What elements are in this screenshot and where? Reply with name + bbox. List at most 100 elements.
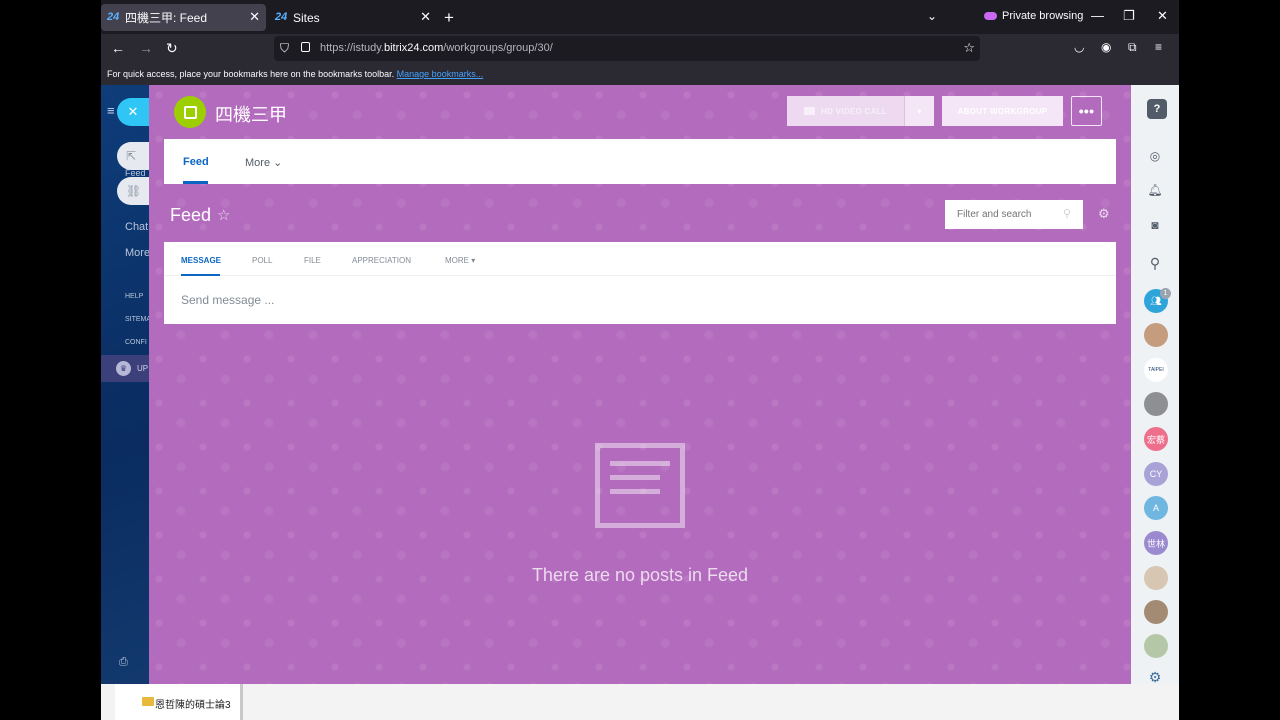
- private-label: Private browsing: [1002, 10, 1084, 22]
- account-icon[interactable]: ◉: [1101, 40, 1111, 54]
- upgrade-button[interactable]: ♛ UP: [101, 355, 149, 382]
- chat-icon[interactable]: ◙: [1146, 216, 1164, 234]
- tab-poll[interactable]: POLL: [252, 256, 272, 265]
- video-call-dropdown-button[interactable]: ▾: [904, 96, 934, 126]
- more-options-button[interactable]: •••: [1071, 96, 1102, 126]
- page-content: ≡ ✕ ⇱ Feed ⛓ Chat More HELP SITEMA CONFI…: [101, 85, 1179, 684]
- close-menu-button[interactable]: ✕: [117, 98, 149, 126]
- menu-icon[interactable]: ≡: [1155, 40, 1162, 54]
- close-icon[interactable]: ✕: [420, 9, 431, 25]
- active-tab-underline: [181, 274, 220, 276]
- minimize-icon[interactable]: —: [1091, 8, 1104, 23]
- taskbar: 恩哲陳的碩士論3: [101, 684, 1179, 720]
- close-icon[interactable]: ✕: [249, 9, 260, 25]
- chevron-down-icon: ⌄: [273, 157, 283, 169]
- bookmarks-toolbar: For quick access, place your bookmarks h…: [101, 63, 1179, 85]
- address-bar[interactable]: ⛉ https://istudy.bitrix24.com/workgroups…: [274, 36, 980, 61]
- back-arrow-icon[interactable]: ←: [111, 40, 125, 56]
- right-sidebar: ? ◎ 🔔︎ ◙ ⚲ 👥︎ 1 TAIPEI 宏蔡 CY A 世林 ⚙: [1131, 85, 1179, 684]
- workgroup-area: 四機三甲 HD VIDEO CALL ▾ ABOUT WORKGROUP •••…: [149, 85, 1131, 684]
- menu-item-more[interactable]: More: [125, 247, 150, 259]
- forward-arrow-icon[interactable]: →: [139, 40, 153, 56]
- menu-item-sitemap[interactable]: SITEMA: [125, 316, 151, 323]
- window-close-icon[interactable]: ✕: [1157, 8, 1168, 24]
- empty-feed-message: There are no posts in Feed: [531, 565, 749, 585]
- lock-icon[interactable]: [301, 42, 310, 52]
- tab-title: Sites: [293, 10, 320, 25]
- menu-item-chat[interactable]: Chat: [125, 221, 148, 233]
- bookmark-star-icon[interactable]: ☆: [963, 40, 975, 56]
- avatar[interactable]: [1144, 392, 1168, 416]
- bitrix-favicon-icon: 24: [107, 10, 120, 23]
- tab-file[interactable]: FILE: [304, 256, 321, 265]
- reload-icon[interactable]: ↻: [166, 40, 178, 57]
- taskbar-item[interactable]: 恩哲陳的碩士論3: [115, 684, 243, 720]
- page-title: Feed: [170, 205, 212, 225]
- avatar[interactable]: [1144, 323, 1168, 347]
- extensions-icon[interactable]: ⧉: [1128, 40, 1137, 55]
- about-workgroup-button[interactable]: ABOUT WORKGROUP: [942, 96, 1063, 126]
- tab-more[interactable]: MORE ▾: [445, 256, 475, 265]
- hamburger-icon[interactable]: ≡: [107, 103, 115, 118]
- caret-down-icon: ▾: [471, 256, 476, 265]
- settings-gear-icon[interactable]: ⚙: [1146, 668, 1164, 685]
- help-icon[interactable]: ?: [1147, 99, 1167, 119]
- bell-icon[interactable]: 🔔︎: [1146, 181, 1164, 199]
- tab-feed[interactable]: 24 四機三甲: Feed ✕: [101, 4, 266, 31]
- notification-badge: 1: [1160, 288, 1171, 299]
- avatar[interactable]: A: [1144, 496, 1168, 520]
- hd-video-call-button[interactable]: HD VIDEO CALL: [787, 96, 904, 126]
- menu-item-configure[interactable]: CONFI: [125, 339, 147, 346]
- post-composer: MESSAGE POLL FILE APPRECIATION MORE ▾ Se…: [164, 242, 1116, 324]
- subnav-feed[interactable]: Feed: [183, 156, 209, 168]
- avatar[interactable]: [1144, 600, 1168, 624]
- caret-down-icon: ▾: [917, 106, 922, 116]
- chevron-down-icon[interactable]: ⌄: [927, 9, 937, 23]
- close-icon: ✕: [127, 104, 139, 119]
- tab-bar: 24 四機三甲: Feed ✕ 24 Sites ✕ + ⌄ Private b…: [101, 0, 1179, 34]
- avatar[interactable]: CY: [1144, 462, 1168, 486]
- tab-appreciation[interactable]: APPRECIATION: [352, 256, 411, 265]
- target-icon[interactable]: ◎: [1146, 147, 1164, 165]
- bookmark-hint: For quick access, place your bookmarks h…: [107, 69, 395, 79]
- tab-message[interactable]: MESSAGE: [181, 256, 221, 265]
- external-link-icon[interactable]: ⇱: [117, 142, 149, 170]
- camera-icon: [803, 107, 815, 115]
- active-tab-underline: [183, 181, 208, 184]
- maximize-icon[interactable]: ❐: [1123, 8, 1135, 24]
- new-tab-icon[interactable]: +: [444, 8, 454, 28]
- avatar[interactable]: [1144, 634, 1168, 658]
- avatar[interactable]: [1144, 566, 1168, 590]
- shield-icon[interactable]: ⛉: [280, 41, 289, 56]
- subnav-more[interactable]: More ⌄: [245, 156, 282, 169]
- avatar[interactable]: TAIPEI: [1144, 358, 1168, 382]
- crown-icon: ♛: [116, 361, 131, 376]
- search-icon[interactable]: ⚲: [1146, 254, 1164, 272]
- manage-bookmarks-link[interactable]: Manage bookmarks...: [397, 69, 484, 79]
- document-icon: [595, 443, 685, 528]
- avatar[interactable]: 世林: [1144, 531, 1168, 555]
- filter-search-input[interactable]: [945, 200, 1055, 229]
- search-icon[interactable]: ⚲: [1063, 207, 1071, 220]
- folder-icon: [142, 697, 154, 706]
- workgroup-title: 四機三甲: [215, 105, 287, 125]
- browser-window: 24 四機三甲: Feed ✕ 24 Sites ✕ + ⌄ Private b…: [101, 0, 1179, 720]
- gear-icon[interactable]: ⚙: [1098, 206, 1110, 222]
- print-icon[interactable]: ⎙: [119, 656, 128, 669]
- workgroup-subnav: Feed More ⌄: [164, 139, 1116, 184]
- favorite-star-icon[interactable]: ☆: [217, 206, 230, 224]
- composer-tabs: MESSAGE POLL FILE APPRECIATION MORE ▾: [164, 242, 1116, 276]
- link-icon[interactable]: ⛓: [117, 177, 149, 205]
- avatar[interactable]: 宏蔡: [1144, 427, 1168, 451]
- pocket-icon[interactable]: ◡: [1074, 40, 1084, 54]
- menu-item-help[interactable]: HELP: [125, 293, 143, 300]
- send-message-field[interactable]: Send message ...: [181, 293, 274, 307]
- filter-search-box[interactable]: ⚲: [945, 200, 1083, 229]
- private-mask-icon: [984, 12, 997, 20]
- tab-title: 四機三甲: Feed: [125, 11, 208, 25]
- url-text[interactable]: https://istudy.bitrix24.com/workgroups/g…: [320, 42, 553, 54]
- bitrix-favicon-icon: 24: [275, 10, 288, 23]
- tab-sites[interactable]: 24 Sites ✕: [269, 4, 437, 31]
- navigation-toolbar: ← → ↻ ⛉ https://istudy.bitrix24.com/work…: [101, 34, 1179, 63]
- workgroup-logo-icon[interactable]: [174, 96, 206, 128]
